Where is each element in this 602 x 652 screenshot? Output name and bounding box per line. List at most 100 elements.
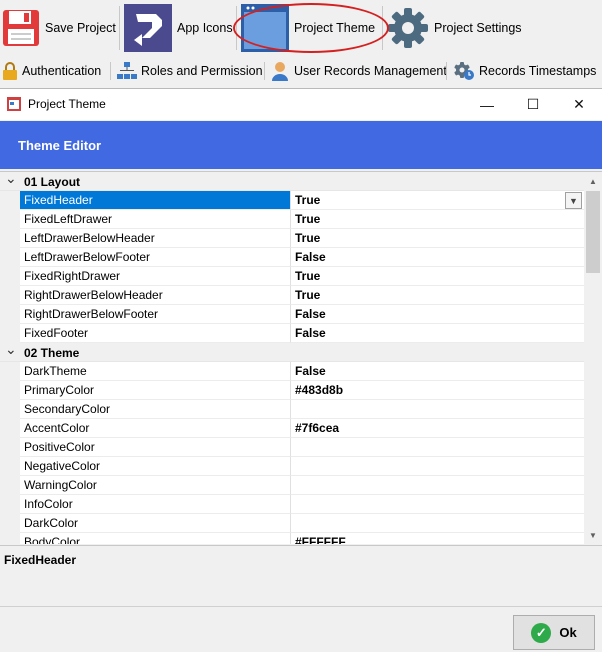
dropdown-arrow-icon[interactable]: ▼ xyxy=(565,192,582,209)
property-name[interactable]: InfoColor xyxy=(20,495,291,514)
project-settings-label: Project Settings xyxy=(434,21,522,35)
row-gutter xyxy=(0,381,20,400)
row-gutter xyxy=(0,305,20,324)
app-icons-label: App Icons xyxy=(177,21,233,35)
property-name[interactable]: LeftDrawerBelowHeader xyxy=(20,229,291,248)
description-pane: FixedHeader xyxy=(0,545,602,605)
property-row[interactable]: LeftDrawerBelowFooter False xyxy=(0,248,584,267)
row-gutter xyxy=(0,286,20,305)
property-value[interactable]: #7f6cea xyxy=(291,419,584,438)
window-theme-icon xyxy=(241,4,289,52)
project-settings-button[interactable]: Project Settings xyxy=(387,4,522,52)
property-value[interactable]: False xyxy=(291,362,584,381)
property-name[interactable]: FixedFooter xyxy=(20,324,291,343)
app-window-icon xyxy=(7,97,21,111)
lock-icon xyxy=(3,62,17,80)
property-value[interactable] xyxy=(291,438,584,457)
property-name[interactable]: WarningColor xyxy=(20,476,291,495)
maximize-button[interactable]: ☐ xyxy=(510,89,556,120)
user-records-label: User Records Management xyxy=(294,64,447,78)
property-value[interactable] xyxy=(291,514,584,533)
records-timestamps-label: Records Timestamps xyxy=(479,64,597,78)
chevron-down-icon[interactable]: ⌄ xyxy=(5,172,17,187)
banner-title: Theme Editor xyxy=(18,138,102,153)
property-value[interactable]: #483d8b xyxy=(291,381,584,400)
row-gutter xyxy=(0,533,20,544)
grid-category[interactable]: ⌄ 02 Theme xyxy=(0,341,584,362)
property-value[interactable]: False xyxy=(291,248,584,267)
scrollbar-thumb[interactable] xyxy=(586,191,600,273)
property-name[interactable]: SecondaryColor xyxy=(20,400,291,419)
property-value[interactable] xyxy=(291,476,584,495)
chevron-down-icon[interactable]: ⌄ xyxy=(5,341,17,358)
property-value[interactable] xyxy=(291,457,584,476)
property-row[interactable]: NegativeColor xyxy=(0,457,584,476)
property-name[interactable]: RightDrawerBelowFooter xyxy=(20,305,291,324)
property-row[interactable]: FixedLeftDrawer True xyxy=(0,210,584,229)
save-project-button[interactable]: Save Project xyxy=(2,4,116,52)
property-name[interactable]: DarkTheme xyxy=(20,362,291,381)
property-value[interactable]: True xyxy=(291,210,584,229)
property-row[interactable]: SecondaryColor xyxy=(0,400,584,419)
property-row[interactable]: FixedHeader True ▼ xyxy=(0,191,584,210)
property-row[interactable]: LeftDrawerBelowHeader True xyxy=(0,229,584,248)
property-value[interactable]: False xyxy=(291,305,584,324)
property-value[interactable]: False xyxy=(291,324,584,343)
property-row[interactable]: DarkTheme False xyxy=(0,362,584,381)
vertical-scrollbar[interactable]: ▲ ▼ xyxy=(584,172,602,544)
property-row[interactable]: AccentColor #7f6cea xyxy=(0,419,584,438)
close-button[interactable]: ✕ xyxy=(556,89,602,120)
grid-category[interactable]: ⌄ 01 Layout xyxy=(0,172,584,191)
property-row[interactable]: RightDrawerBelowHeader True xyxy=(0,286,584,305)
property-row[interactable]: FixedRightDrawer True xyxy=(0,267,584,286)
user-icon xyxy=(272,62,288,81)
user-records-button[interactable]: User Records Management xyxy=(270,60,447,82)
property-name[interactable]: PositiveColor xyxy=(20,438,291,457)
property-row[interactable]: InfoColor xyxy=(0,495,584,514)
property-value[interactable]: True xyxy=(291,191,584,210)
property-value[interactable]: #FFFFFF xyxy=(291,533,584,544)
property-name[interactable]: FixedRightDrawer xyxy=(20,267,291,286)
property-name[interactable]: LeftDrawerBelowFooter xyxy=(20,248,291,267)
property-row[interactable]: WarningColor xyxy=(0,476,584,495)
row-gutter xyxy=(0,210,20,229)
toolbar-divider xyxy=(446,62,447,80)
checkmark-icon: ✓ xyxy=(531,622,552,643)
property-value[interactable] xyxy=(291,495,584,514)
property-name[interactable]: BodyColor xyxy=(20,533,291,544)
property-value[interactable] xyxy=(291,400,584,419)
org-chart-icon xyxy=(117,62,137,79)
app-icons-button[interactable]: App Icons xyxy=(124,4,233,52)
property-grid[interactable]: ⌄ 01 Layout FixedHeader True ▼ FixedLeftDrawe… xyxy=(0,171,602,544)
property-row[interactable]: PositiveColor xyxy=(0,438,584,457)
secondary-toolbar: Authentication Roles and Permission User… xyxy=(0,57,602,85)
row-gutter xyxy=(0,248,20,267)
scroll-down-icon[interactable]: ▼ xyxy=(584,527,602,544)
property-row[interactable]: RightDrawerBelowFooter False xyxy=(0,305,584,324)
property-row[interactable]: BodyColor #FFFFFF xyxy=(0,533,584,544)
property-name[interactable]: FixedLeftDrawer xyxy=(20,210,291,229)
property-value[interactable]: True xyxy=(291,286,584,305)
property-value[interactable]: True xyxy=(291,229,584,248)
minimize-button[interactable]: — xyxy=(464,89,510,120)
project-theme-dialog: Project Theme — ☐ ✕ Theme Editor ⌄ 01 Lay… xyxy=(0,88,602,652)
project-theme-button[interactable]: Project Theme xyxy=(241,4,375,52)
property-row[interactable]: FixedFooter False xyxy=(0,324,584,343)
authentication-button[interactable]: Authentication xyxy=(2,60,101,82)
property-name[interactable]: DarkColor xyxy=(20,514,291,533)
property-name[interactable]: AccentColor xyxy=(20,419,291,438)
row-gutter xyxy=(0,438,20,457)
property-name[interactable]: PrimaryColor xyxy=(20,381,291,400)
property-row[interactable]: DarkColor xyxy=(0,514,584,533)
property-rows: ⌄ 01 Layout FixedHeader True ▼ FixedLeftDrawe… xyxy=(0,172,584,544)
roles-permission-button[interactable]: Roles and Permission xyxy=(117,60,263,82)
property-name[interactable]: FixedHeader xyxy=(20,191,291,210)
property-row[interactable]: PrimaryColor #483d8b xyxy=(0,381,584,400)
property-value[interactable]: True xyxy=(291,267,584,286)
ok-button[interactable]: ✓ Ok xyxy=(513,615,595,650)
property-name[interactable]: NegativeColor xyxy=(20,457,291,476)
scroll-up-icon[interactable]: ▲ xyxy=(584,173,602,190)
save-project-label: Save Project xyxy=(45,21,116,35)
property-name[interactable]: RightDrawerBelowHeader xyxy=(20,286,291,305)
records-timestamps-button[interactable]: Records Timestamps xyxy=(453,60,596,82)
